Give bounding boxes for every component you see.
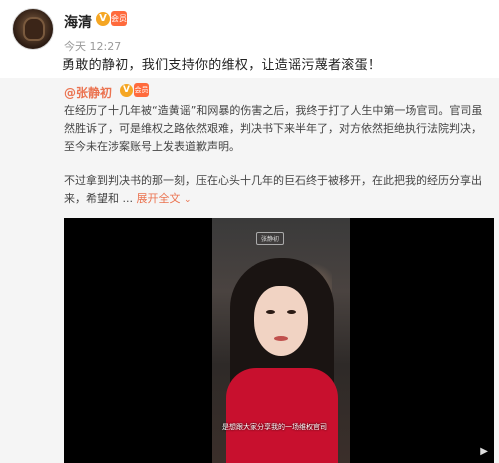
video-frame: 张静初 是想跟大家分享我的一场维权官司 bbox=[212, 218, 350, 463]
repost-body: 在经历了十几年被“造黄谣”和网暴的伤害之后，我终于打了人生中第一场官司。官司虽然… bbox=[64, 102, 484, 225]
repost-vip-badge-icon: 会员 bbox=[134, 83, 149, 97]
video-watermark: 张静初 bbox=[256, 232, 285, 245]
woman-face bbox=[254, 286, 308, 356]
post-text: 勇敢的静初，我们支持你的维权，让造谣污蔑者滚蛋！ bbox=[62, 58, 382, 73]
repost-author[interactable]: @张静初 bbox=[64, 84, 112, 101]
video-logo-icon: ▶ bbox=[480, 446, 488, 457]
left-eye bbox=[266, 310, 275, 314]
red-top bbox=[226, 368, 338, 463]
video-player[interactable]: 张静初 是想跟大家分享我的一场维权官司 ▶ bbox=[64, 218, 494, 463]
chevron-down-icon[interactable]: ⌄ bbox=[184, 195, 192, 205]
author-name[interactable]: 海清 bbox=[64, 12, 92, 32]
avatar[interactable] bbox=[12, 8, 54, 50]
repost-paragraph-2-text: 不过拿到判决书的那一刻，压在心头十几年的巨石终于被移开，在此把我的经历分享出来，… bbox=[64, 174, 482, 205]
repost-verified-v-icon: V bbox=[120, 84, 133, 97]
avatar-decor bbox=[25, 19, 43, 39]
repost-paragraph-2: 不过拿到判决书的那一刻，压在心头十几年的巨石终于被移开，在此把我的经历分享出来，… bbox=[64, 172, 484, 209]
mouth bbox=[274, 336, 288, 341]
video-subtitle: 是想跟大家分享我的一场维权官司 bbox=[222, 423, 327, 431]
repost-paragraph-1: 在经历了十几年被“造黄谣”和网暴的伤害之后，我终于打了人生中第一场官司。官司虽然… bbox=[64, 104, 483, 153]
verified-v-icon: V bbox=[96, 12, 110, 26]
vip-badge-icon: 会员 bbox=[111, 11, 127, 26]
expand-full-text-link[interactable]: 展开全文 bbox=[137, 192, 181, 205]
repost-card[interactable]: @张静初 V 会员 在经历了十几年被“造黄谣”和网暴的伤害之后，我终于打了人生中… bbox=[0, 78, 499, 463]
post-time: 今天 12:27 bbox=[64, 40, 122, 53]
right-eye bbox=[287, 310, 296, 314]
